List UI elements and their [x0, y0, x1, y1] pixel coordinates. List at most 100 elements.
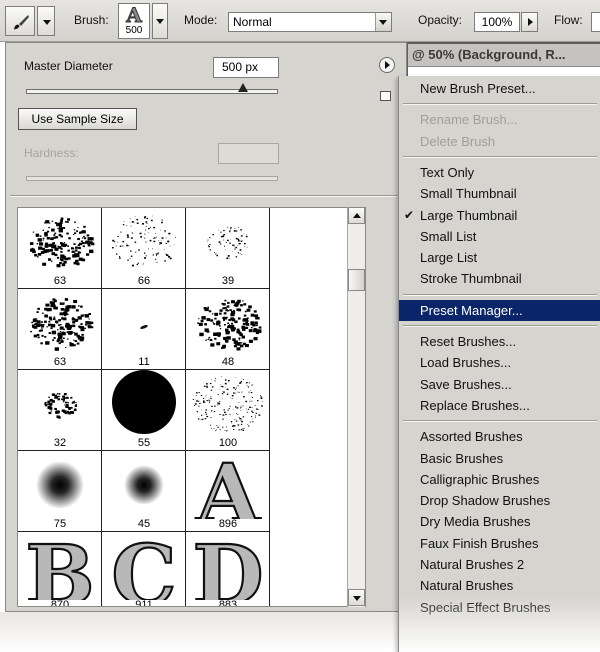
panel-menu-button[interactable]	[379, 57, 395, 73]
brush-thumbnail[interactable]: D 883	[186, 532, 270, 607]
menu-item-label: Basic Brushes	[420, 450, 504, 466]
menu-item-label: Text Only	[420, 164, 475, 180]
menu-item-label: Dry Media Brushes	[420, 514, 531, 530]
menu-item-natural-brushes[interactable]: Natural Brushes	[399, 575, 600, 596]
brush-thumbnail[interactable]: B 870	[18, 532, 102, 606]
brush-size-readout: 500	[125, 25, 143, 36]
brush-thumbnail[interactable]: 39	[186, 208, 270, 289]
menu-item-label: Natural Brushes 2	[420, 557, 525, 572]
menu-item-label: Large Thumbnail	[420, 207, 518, 223]
opacity-slider-button[interactable]	[521, 12, 538, 32]
menu-item-label: Assorted Brushes	[420, 429, 523, 445]
brush-thumbnail[interactable]: 63	[18, 208, 102, 289]
opacity-input[interactable]: 100%	[474, 12, 520, 32]
menu-item-label: Delete Brush	[420, 133, 496, 149]
chevron-down-icon	[43, 20, 51, 25]
brush-thumbnail[interactable]: C 911	[102, 532, 186, 606]
brush-preview-glyph: A	[126, 3, 143, 27]
chevron-down-icon	[156, 19, 164, 24]
master-diameter-input[interactable]: 500 px	[213, 57, 279, 78]
new-preset-icon[interactable]	[380, 91, 391, 101]
brush-tip-preview: B	[24, 532, 96, 600]
mode-value: Normal	[233, 15, 272, 29]
menu-item-preset-manager[interactable]: Preset Manager...	[399, 299, 600, 321]
brush-size-label: 75	[53, 518, 67, 530]
menu-item-delete-brush: Delete Brush	[399, 131, 600, 152]
menu-item-load-brushes[interactable]: Load Brushes...	[399, 352, 600, 373]
menu-item-label: Reset Brushes...	[420, 334, 517, 349]
mode-dropdown-button[interactable]	[375, 13, 391, 31]
menu-item-natural-brushes-2[interactable]: Natural Brushes 2	[399, 554, 600, 575]
menu-item-small-list[interactable]: Small List	[399, 226, 600, 247]
svg-text:C: C	[111, 532, 176, 600]
menu-item-label: Drop Shadow Brushes	[420, 493, 551, 509]
menu-item-calligraphic-brushes[interactable]: Calligraphic Brushes	[399, 469, 600, 490]
menu-separator	[403, 420, 597, 423]
tool-preset-dropdown[interactable]	[37, 6, 55, 36]
scroll-thumb[interactable]	[348, 269, 365, 291]
menu-item-large-thumbnail[interactable]: ✔ Large Thumbnail	[399, 205, 600, 226]
brush-thumbnail[interactable]: 11	[102, 289, 186, 370]
menu-item-save-brushes[interactable]: Save Brushes...	[399, 374, 600, 395]
brush-size-label: 48	[221, 356, 235, 368]
brush-tip-preview: D	[191, 532, 264, 600]
menu-item-stroke-thumbnail[interactable]: Stroke Thumbnail	[399, 268, 600, 289]
menu-item-basic-brushes[interactable]: Basic Brushes	[399, 448, 600, 469]
menu-separator	[403, 103, 597, 106]
brush-tip-preview	[207, 227, 248, 260]
brush-size-label: 39	[221, 275, 235, 287]
master-diameter-label: Master Diameter	[24, 59, 113, 73]
brush-tip-preview	[30, 298, 94, 351]
arrow-down-icon	[353, 596, 361, 601]
brush-thumbnail[interactable]: 75	[18, 451, 102, 532]
brush-thumbnail[interactable]: A 896	[186, 451, 270, 532]
use-sample-size-button[interactable]: Use Sample Size	[18, 108, 137, 130]
brush-thumbnail[interactable]: 66	[102, 208, 186, 289]
menu-item-label: New Brush Preset...	[420, 81, 536, 96]
scroll-up-button[interactable]	[348, 207, 365, 224]
hardness-input	[218, 143, 279, 164]
menu-item-large-list[interactable]: Large List	[399, 247, 600, 268]
svg-text:A: A	[195, 451, 261, 519]
menu-item-label: Rename Brush...	[420, 112, 518, 128]
master-diameter-slider-thumb[interactable]	[237, 83, 248, 92]
brush-thumbnail[interactable]: 48	[186, 289, 270, 370]
svg-text:B: B	[25, 532, 94, 600]
menu-item-faux-finish-brushes[interactable]: Faux Finish Brushes	[399, 533, 600, 554]
brush-tip-preview	[36, 461, 84, 509]
menu-item-label: Replace Brushes...	[420, 397, 530, 413]
scroll-down-button[interactable]	[348, 589, 365, 606]
brush-thumbnail[interactable]: 55	[102, 370, 186, 451]
menu-item-drop-shadow-brushes[interactable]: Drop Shadow Brushes	[399, 490, 600, 511]
brush-picker-dropdown[interactable]	[152, 3, 168, 39]
brush-thumbnail[interactable]: 63	[18, 289, 102, 370]
brush-tip-preview	[140, 325, 148, 329]
menu-item-new-brush-preset[interactable]: New Brush Preset...	[399, 78, 600, 99]
brush-preview[interactable]: A 500	[118, 3, 150, 39]
menu-item-small-thumbnail[interactable]: Small Thumbnail	[399, 183, 600, 204]
menu-item-dry-media-brushes[interactable]: Dry Media Brushes	[399, 511, 600, 532]
chevron-down-icon	[379, 20, 387, 25]
brush-grid-scrollbar[interactable]	[347, 207, 365, 607]
document-tab[interactable]: @ 50% (Background, R...	[408, 44, 600, 66]
flow-input[interactable]	[591, 12, 600, 32]
mode-label: Mode:	[184, 13, 218, 27]
menu-fade	[399, 596, 600, 652]
brush-size-label: 883	[218, 599, 238, 607]
brush-size-label: 45	[137, 518, 151, 530]
menu-item-reset-brushes[interactable]: Reset Brushes...	[399, 331, 600, 352]
brush-thumbnail-grid: 63 66 39 63 11 48 32 55 100 75 45 A 896 B 870 C 911 D 883	[17, 207, 366, 607]
brush-thumbnail[interactable]: 100	[186, 370, 270, 451]
brush-tip-preview: C	[110, 532, 177, 600]
tool-preset-picker[interactable]	[5, 6, 35, 36]
menu-item-label: Small Thumbnail	[420, 186, 517, 202]
brush-tip-preview	[112, 370, 176, 434]
brush-size-label: 55	[137, 437, 151, 449]
menu-item-text-only[interactable]: Text Only	[399, 162, 600, 183]
brush-thumbnail[interactable]: 32	[18, 370, 102, 451]
brush-size-label: 11	[138, 356, 150, 368]
mode-select[interactable]: Normal	[228, 12, 392, 32]
brush-thumbnail[interactable]: 45	[102, 451, 186, 532]
menu-item-assorted-brushes[interactable]: Assorted Brushes	[399, 426, 600, 447]
menu-item-replace-brushes[interactable]: Replace Brushes...	[399, 395, 600, 416]
